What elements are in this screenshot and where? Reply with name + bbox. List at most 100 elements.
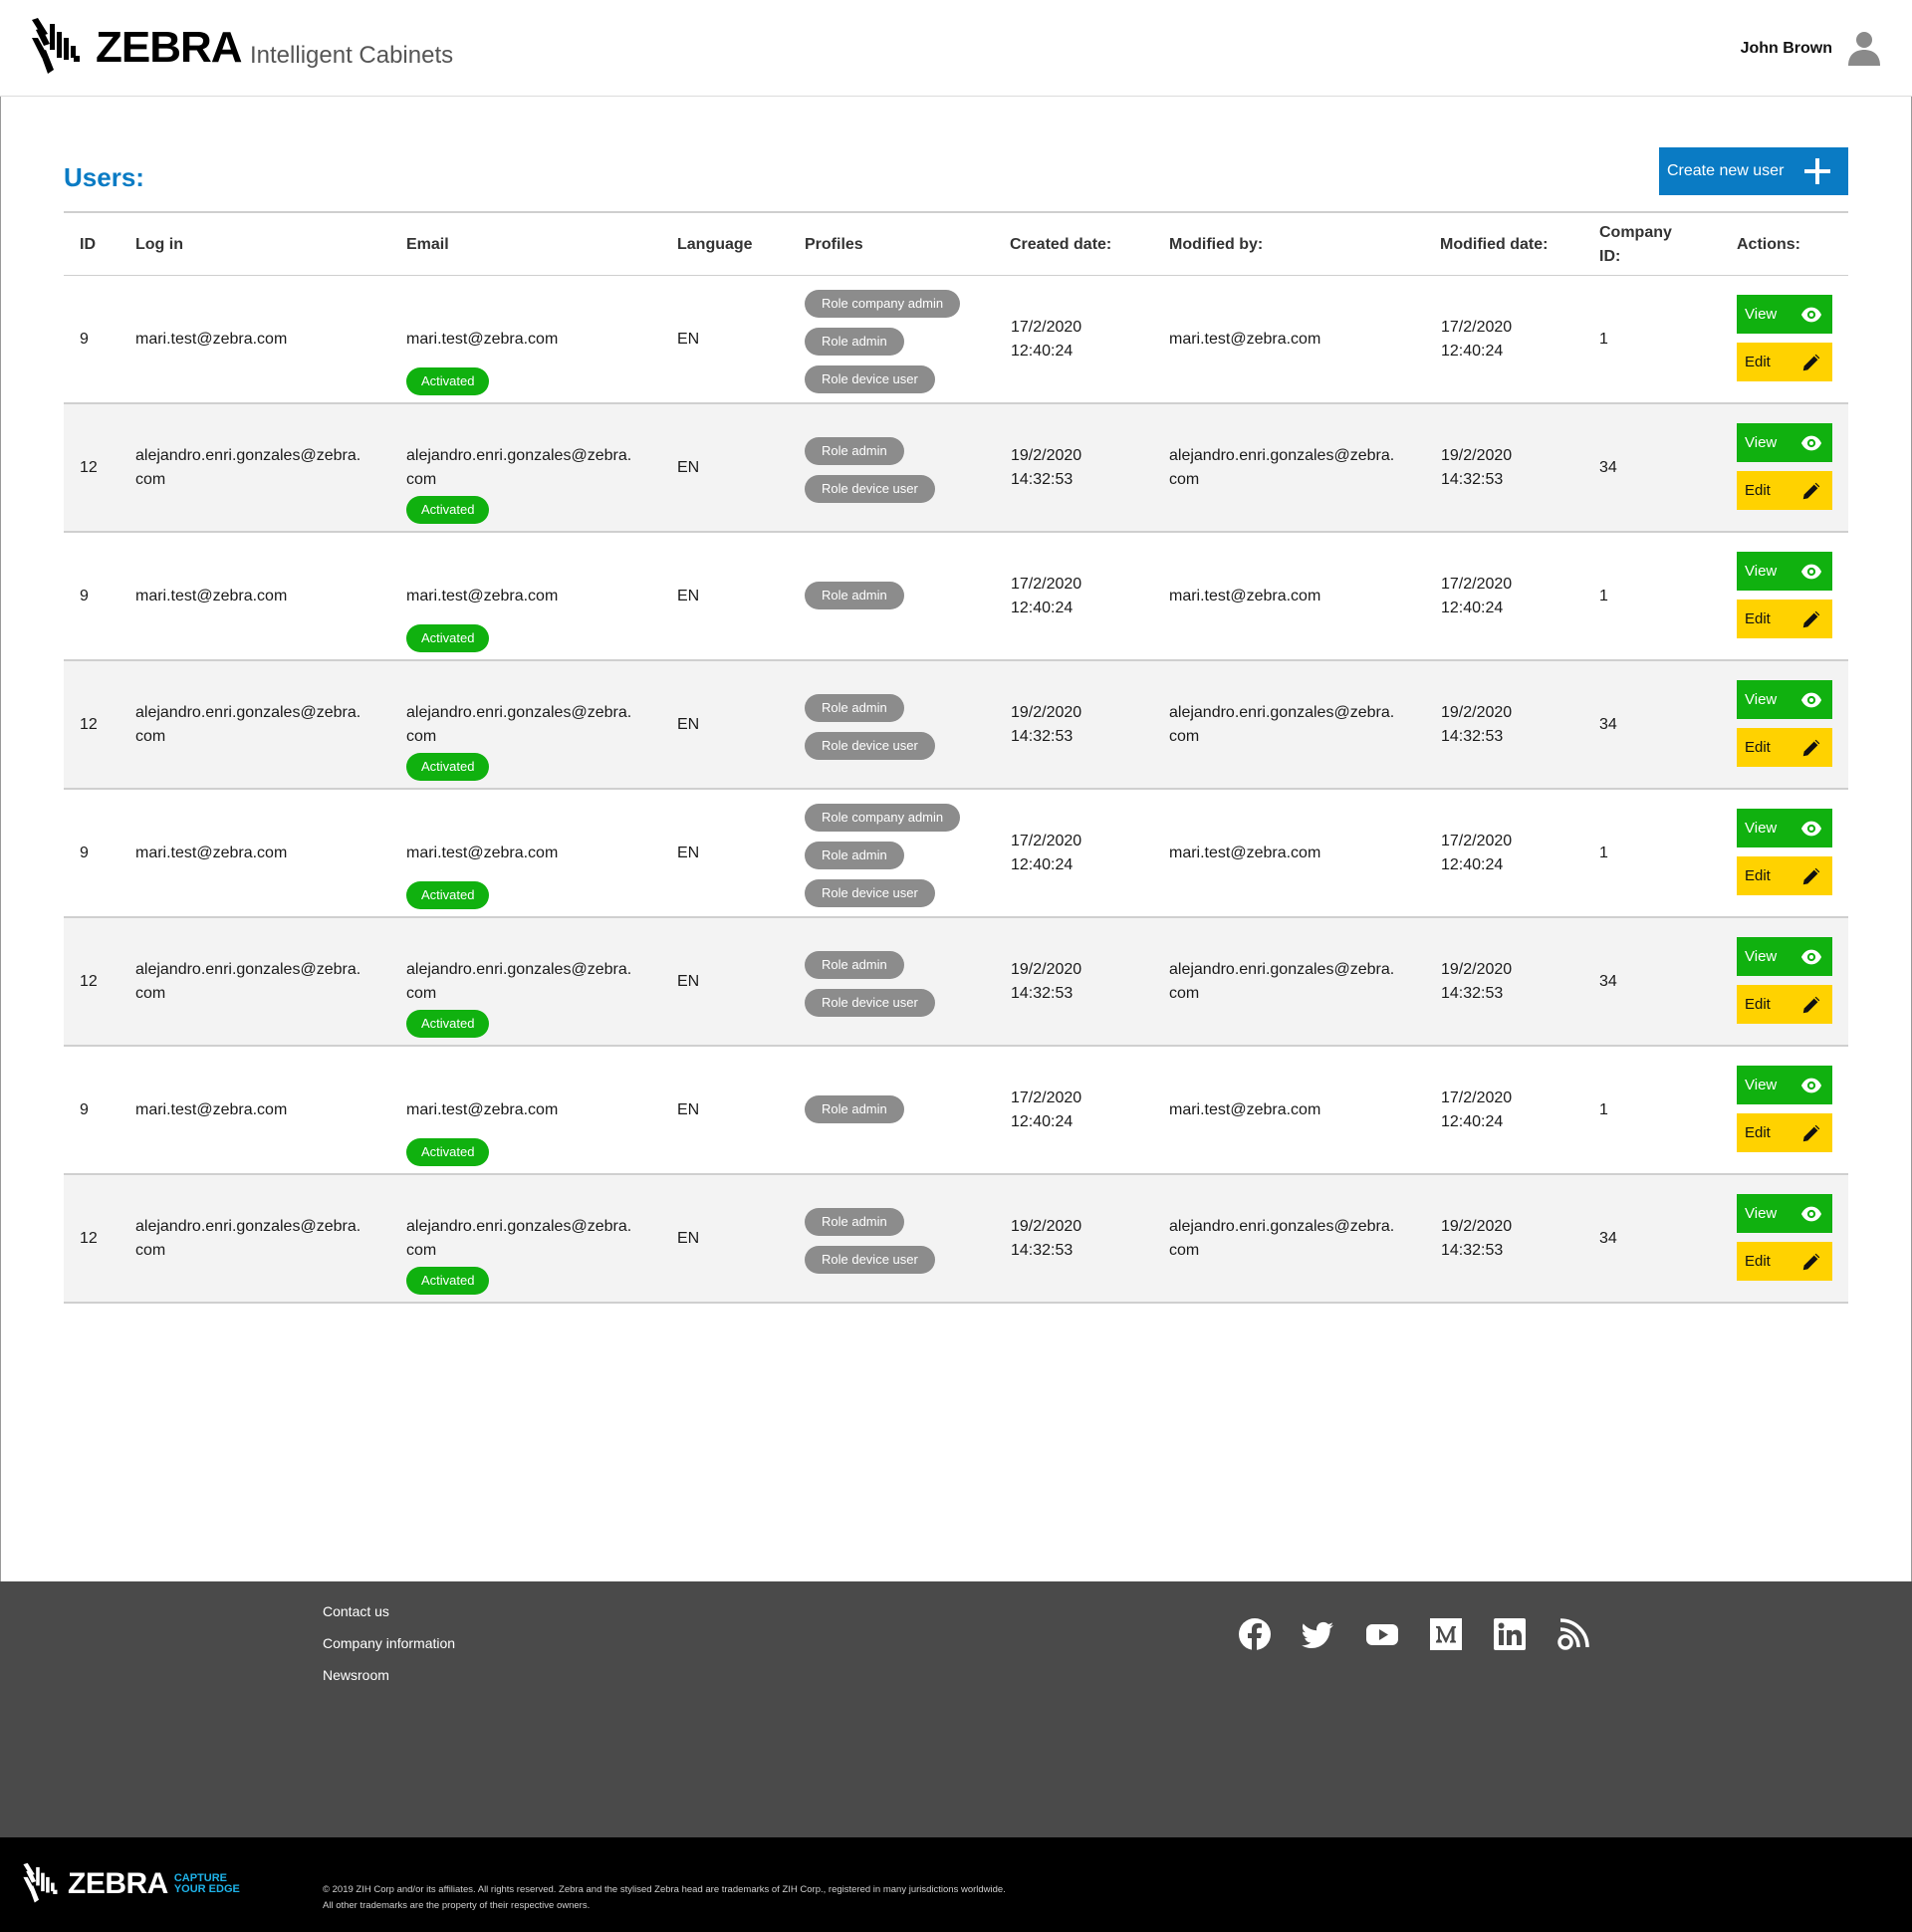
youtube-icon[interactable]: [1365, 1617, 1399, 1651]
cell-language: EN: [677, 1229, 700, 1247]
footer-zebra-logo[interactable]: ZEBRA CAPTURE YOUR EDGE: [22, 1861, 240, 1907]
users-table: ID Log in Email Language Profiles Create…: [64, 211, 1848, 1304]
cell-email: mari.test@zebra.com: [406, 588, 559, 604]
col-modified-date[interactable]: Modified date:: [1440, 213, 1548, 276]
col-profiles[interactable]: Profiles: [805, 213, 863, 276]
col-created-date[interactable]: Created date:: [1010, 213, 1111, 276]
footer-brand-name: ZEBRA: [68, 1867, 168, 1900]
cell-email: alejandro.enri.gonzales@zebra.com: [406, 447, 632, 488]
create-user-label: Create new user: [1667, 162, 1785, 179]
cell-id: 9: [80, 587, 89, 604]
col-login[interactable]: Log in: [135, 213, 183, 276]
view-button[interactable]: View: [1737, 680, 1832, 719]
status-badge: Activated: [406, 1267, 490, 1295]
edit-button[interactable]: Edit: [1737, 1113, 1832, 1152]
cell-login: alejandro.enri.gonzales@zebra.com: [135, 1217, 361, 1259]
cell-id: 12: [80, 715, 98, 733]
cell-language: EN: [677, 458, 700, 476]
cell-company-id: 34: [1599, 715, 1617, 733]
edit-button[interactable]: Edit: [1737, 1242, 1832, 1281]
created-date: 19/2/2020: [1011, 960, 1082, 978]
twitter-icon[interactable]: [1302, 1617, 1335, 1651]
cell-language: EN: [677, 715, 700, 733]
edit-button[interactable]: Edit: [1737, 856, 1832, 895]
top-header: ZEBRA Intelligent Cabinets John Brown: [0, 0, 1912, 97]
modified-time: 14:32:53: [1441, 984, 1504, 1002]
table-row: 9 mari.test@zebra.com mari.test@zebra.com A…: [64, 276, 1848, 404]
cell-login: mari.test@zebra.com: [135, 330, 288, 348]
legal-line-2: All other trademarks are the property of…: [323, 1900, 591, 1911]
cell-company-id: 1: [1599, 1100, 1608, 1118]
role-badge: Role device user: [805, 475, 935, 503]
edit-label: Edit: [1745, 739, 1771, 756]
cell-modified-date: 17/2/2020 12:40:24: [1441, 830, 1512, 877]
eye-icon: [1800, 564, 1822, 580]
cell-language: EN: [677, 1100, 700, 1118]
cell-login: mari.test@zebra.com: [135, 587, 288, 604]
created-time: 14:32:53: [1011, 1241, 1074, 1259]
view-button[interactable]: View: [1737, 552, 1832, 591]
modified-time: 14:32:53: [1441, 1241, 1504, 1259]
modified-date: 19/2/2020: [1441, 960, 1513, 978]
table-header: ID Log in Email Language Profiles Create…: [64, 213, 1848, 276]
col-language[interactable]: Language: [677, 213, 753, 276]
medium-icon[interactable]: [1429, 1617, 1463, 1651]
modified-date: 19/2/2020: [1441, 703, 1513, 721]
zebra-logo[interactable]: ZEBRA: [30, 16, 243, 80]
col-company-id[interactable]: Company ID:: [1599, 213, 1689, 276]
cell-login: alejandro.enri.gonzales@zebra.com: [135, 703, 361, 745]
footer-link-contact[interactable]: Contact us: [323, 1603, 389, 1619]
edit-button[interactable]: Edit: [1737, 985, 1832, 1024]
edit-label: Edit: [1745, 867, 1771, 884]
edit-label: Edit: [1745, 1124, 1771, 1141]
user-avatar-icon[interactable]: [1844, 28, 1884, 68]
footer-link-newsroom[interactable]: Newsroom: [323, 1667, 389, 1683]
cell-id: 9: [80, 330, 89, 348]
cell-id: 12: [80, 972, 98, 990]
view-button[interactable]: View: [1737, 423, 1832, 462]
cell-id: 12: [80, 458, 98, 476]
cell-company-id: 1: [1599, 330, 1608, 348]
view-button[interactable]: View: [1737, 937, 1832, 976]
linkedin-icon[interactable]: [1493, 1617, 1527, 1651]
status-badge: Activated: [406, 1010, 490, 1038]
edit-button[interactable]: Edit: [1737, 343, 1832, 381]
pencil-icon: [1802, 996, 1820, 1014]
col-email[interactable]: Email: [406, 213, 449, 276]
cell-email: mari.test@zebra.com: [406, 845, 559, 861]
page-title: Users:: [64, 162, 144, 192]
col-modified-by[interactable]: Modified by:: [1169, 213, 1263, 276]
view-button[interactable]: View: [1737, 295, 1832, 334]
table-row: 9 mari.test@zebra.com mari.test@zebra.com A…: [64, 533, 1848, 661]
view-button[interactable]: View: [1737, 809, 1832, 847]
table-row: 9 mari.test@zebra.com mari.test@zebra.com A…: [64, 790, 1848, 918]
col-id[interactable]: ID: [80, 213, 96, 276]
cell-id: 9: [80, 1100, 89, 1118]
view-button[interactable]: View: [1737, 1194, 1832, 1233]
role-badge: Role admin: [805, 694, 904, 722]
view-button[interactable]: View: [1737, 1066, 1832, 1104]
edit-button[interactable]: Edit: [1737, 728, 1832, 767]
user-name[interactable]: John Brown: [1741, 40, 1832, 58]
facebook-icon[interactable]: [1238, 1617, 1272, 1651]
role-badge: Role admin: [805, 1095, 904, 1123]
footer-link-company-info[interactable]: Company information: [323, 1635, 455, 1651]
created-time: 12:40:24: [1011, 599, 1074, 616]
status-badge: Activated: [406, 624, 490, 652]
cell-modified-by: alejandro.enri.gonzales@zebra.com: [1169, 703, 1395, 745]
create-user-button[interactable]: Create new user: [1659, 147, 1848, 195]
edit-button[interactable]: Edit: [1737, 471, 1832, 510]
created-time: 14:32:53: [1011, 470, 1074, 488]
blog-icon[interactable]: [1556, 1617, 1590, 1651]
tagline-line-2: YOUR EDGE: [173, 1883, 240, 1895]
modified-time: 12:40:24: [1441, 1112, 1504, 1130]
created-time: 14:32:53: [1011, 727, 1074, 745]
edit-label: Edit: [1745, 482, 1771, 499]
cell-company-id: 34: [1599, 972, 1617, 990]
edit-button[interactable]: Edit: [1737, 600, 1832, 638]
role-badge: Role admin: [805, 951, 904, 979]
cell-email: mari.test@zebra.com: [406, 331, 559, 348]
cell-modified-date: 17/2/2020 12:40:24: [1441, 1087, 1512, 1134]
cell-company-id: 34: [1599, 458, 1617, 476]
eye-icon: [1800, 949, 1822, 965]
